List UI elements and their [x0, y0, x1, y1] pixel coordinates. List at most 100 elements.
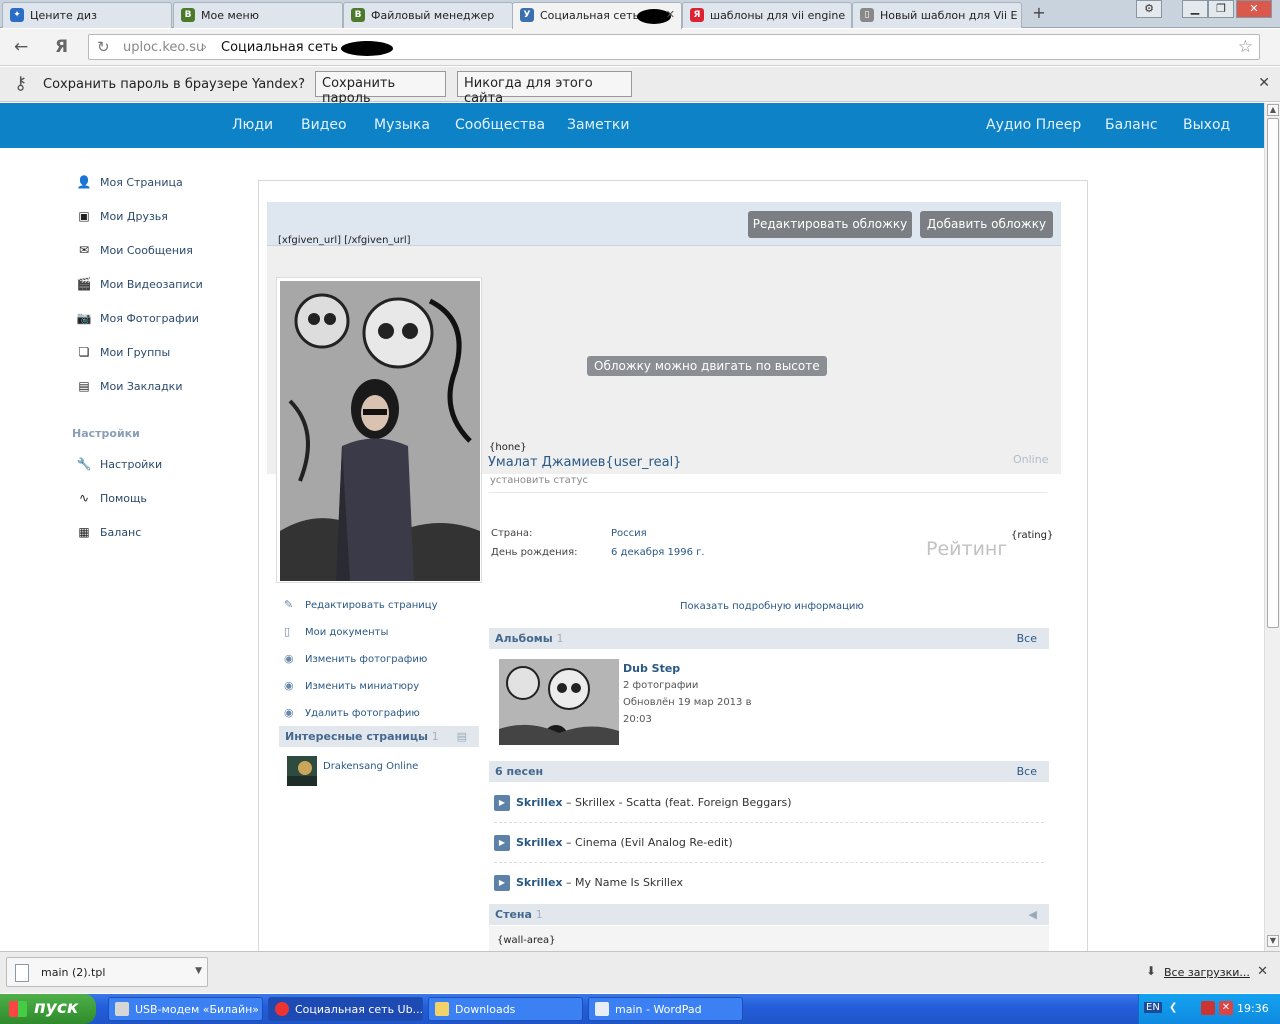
all-downloads-link[interactable]: Все загрузки...: [1164, 966, 1250, 979]
change-photo-link[interactable]: ◉ Изменить фотографию: [284, 652, 427, 665]
song-artist[interactable]: Skrillex: [516, 876, 563, 889]
network-warning-icon[interactable]: [1201, 1001, 1215, 1015]
close-tab-icon[interactable]: ✕: [666, 8, 675, 21]
song-artist[interactable]: Skrillex: [516, 836, 563, 849]
bookmark-star-icon[interactable]: ☆: [1238, 37, 1253, 57]
language-indicator[interactable]: EN: [1144, 1002, 1162, 1013]
menu-help[interactable]: ∿ Помощь: [76, 491, 147, 505]
songs-all-link[interactable]: Все: [1017, 765, 1037, 778]
nav-people[interactable]: Люди: [232, 117, 273, 133]
close-window-icon[interactable]: ✕: [1236, 0, 1272, 18]
task-browser[interactable]: Социальная сеть Ub...: [268, 997, 423, 1021]
edit-cover-button[interactable]: Редактировать обложку: [748, 211, 912, 238]
scroll-thumb[interactable]: [1267, 118, 1279, 628]
country-value[interactable]: Россия: [611, 528, 647, 539]
nav-balance[interactable]: Баланс: [1105, 117, 1158, 133]
section-title: Интересные страницы: [285, 730, 428, 743]
action-label: Удалить фотографию: [305, 708, 420, 719]
menu-settings[interactable]: 🔧 Настройки: [76, 457, 163, 471]
interesting-page-avatar[interactable]: [287, 756, 317, 786]
yandex-logo-icon[interactable]: Я: [55, 37, 68, 57]
close-shelf-icon[interactable]: ✕: [1257, 964, 1268, 979]
tray-arrow-icon[interactable]: ❮: [1169, 1002, 1177, 1013]
nav-communities[interactable]: Сообщества: [455, 117, 545, 133]
reload-icon[interactable]: ↻: [97, 38, 110, 56]
windows-taskbar: пуск USB-модем «Билайн» Социальная сеть …: [0, 994, 1280, 1024]
minimize-icon[interactable]: ▁: [1182, 0, 1208, 18]
nav-logout[interactable]: Выход: [1183, 117, 1230, 133]
megaphone-icon[interactable]: ◀: [1029, 908, 1037, 921]
chevron-down-icon[interactable]: ▼: [195, 966, 202, 976]
songs-header: 6 песен Все: [489, 761, 1049, 782]
play-icon[interactable]: ▶: [494, 795, 510, 811]
section-count: 1: [556, 632, 564, 645]
tab-5[interactable]: Я шаблоны для vii engine: [682, 2, 852, 28]
settings-icon[interactable]: ⚙: [1136, 0, 1162, 18]
song-row[interactable]: ▶ Skrillex – My Name Is Skrillex: [494, 875, 683, 891]
start-button[interactable]: пуск: [0, 994, 96, 1024]
albums-all-link[interactable]: Все: [1017, 632, 1037, 645]
task-wordpad[interactable]: main - WordPad: [588, 997, 743, 1021]
my-documents-link[interactable]: ▯ Мои документы: [284, 625, 388, 638]
menu-balance[interactable]: ▦ Баланс: [76, 525, 141, 539]
menu-label: Моя Фотографии: [100, 312, 199, 325]
save-password-button[interactable]: Сохранить пароль: [315, 71, 446, 106]
album-cover[interactable]: [499, 659, 619, 745]
password-message: Сохранить пароль в браузере Yandex?: [43, 77, 306, 92]
scroll-up-icon[interactable]: ▲: [1267, 104, 1279, 116]
scroll-down-icon[interactable]: ▼: [1267, 935, 1279, 947]
menu-my-messages[interactable]: ✉ Мои Сообщения: [76, 243, 193, 257]
menu-my-page[interactable]: 👤 Моя Страница: [76, 175, 183, 189]
wrench-icon: 🔧: [76, 457, 92, 471]
edit-icon: ✎: [284, 598, 294, 611]
birthday-value[interactable]: 6 декабря 1996 г.: [611, 547, 705, 558]
list-icon[interactable]: ▤: [457, 730, 467, 743]
add-cover-button[interactable]: Добавить обложку: [920, 211, 1053, 238]
tab-2[interactable]: B Мое меню: [173, 2, 343, 28]
tab-3[interactable]: B Файловый менеджер: [343, 2, 513, 28]
back-arrow-icon[interactable]: ←: [14, 37, 28, 57]
url-input[interactable]: ↻ uploc.keo.su › Социальная сеть ☆: [88, 34, 1260, 60]
interesting-page-name[interactable]: Drakensang Online: [323, 761, 418, 772]
pulse-icon: ∿: [78, 491, 90, 505]
profile-photo-image: [280, 281, 480, 581]
task-usb-modem[interactable]: USB-модем «Билайн»: [108, 997, 263, 1021]
song-artist[interactable]: Skrillex: [516, 796, 563, 809]
never-for-site-button[interactable]: Никогда для этого сайта: [457, 71, 632, 106]
play-icon[interactable]: ▶: [494, 875, 510, 891]
menu-my-friends[interactable]: ▣ Мои Друзья: [76, 209, 168, 223]
profile-photo[interactable]: [276, 277, 482, 583]
delete-photo-link[interactable]: ◉ Удалить фотографию: [284, 706, 420, 719]
new-tab-button[interactable]: +: [1030, 4, 1048, 22]
song-row[interactable]: ▶ Skrillex – Cinema (Evil Analog Re-edit): [494, 835, 733, 851]
nav-audio-player[interactable]: Аудио Плеер: [986, 117, 1081, 133]
menu-my-bookmarks[interactable]: ▤ Мои Закладки: [76, 379, 182, 393]
song-row[interactable]: ▶ Skrillex – Skrillex - Scatta (feat. For…: [494, 795, 792, 811]
album-updated-time: 20:03: [623, 714, 652, 725]
set-status-link[interactable]: установить статус: [490, 475, 588, 486]
change-thumbnail-link[interactable]: ◉ Изменить миниатюру: [284, 679, 419, 692]
album-title[interactable]: Dub Step: [623, 662, 680, 675]
task-downloads[interactable]: Downloads: [428, 997, 583, 1021]
nav-notes[interactable]: Заметки: [567, 117, 629, 133]
nav-music[interactable]: Музыка: [374, 117, 430, 133]
vertical-scrollbar[interactable]: ▲ ▼: [1264, 103, 1280, 951]
nav-video[interactable]: Видео: [301, 117, 347, 133]
tab-1[interactable]: ✦ Цените диз: [2, 2, 172, 28]
menu-my-groups[interactable]: ❏ Мои Группы: [76, 345, 171, 359]
tab-6[interactable]: ▯ Новый шаблон для Vii E: [852, 2, 1022, 28]
task-label: USB-модем «Билайн»: [135, 1003, 260, 1016]
edit-page-link[interactable]: ✎ Редактировать страницу: [284, 598, 438, 611]
tab-label: Социальная сеть: [540, 9, 640, 22]
volume-muted-icon[interactable]: ✕: [1219, 1001, 1233, 1015]
menu-my-photos[interactable]: 📷 Моя Фотографии: [76, 311, 199, 325]
close-infobar-icon[interactable]: ✕: [1258, 75, 1270, 91]
tab-4-active[interactable]: У Социальная сеть ✕: [512, 2, 682, 29]
play-icon[interactable]: ▶: [494, 835, 510, 851]
camera-icon: ◉: [284, 652, 294, 665]
show-details-link[interactable]: Показать подробную информацию: [680, 601, 864, 612]
download-item[interactable]: main (2).tpl ▼: [6, 957, 208, 987]
maximize-icon[interactable]: ❐: [1208, 0, 1234, 18]
menu-my-videos[interactable]: 🎬 Мои Видеозаписи: [76, 277, 203, 291]
clock: 19:36: [1237, 1002, 1269, 1015]
